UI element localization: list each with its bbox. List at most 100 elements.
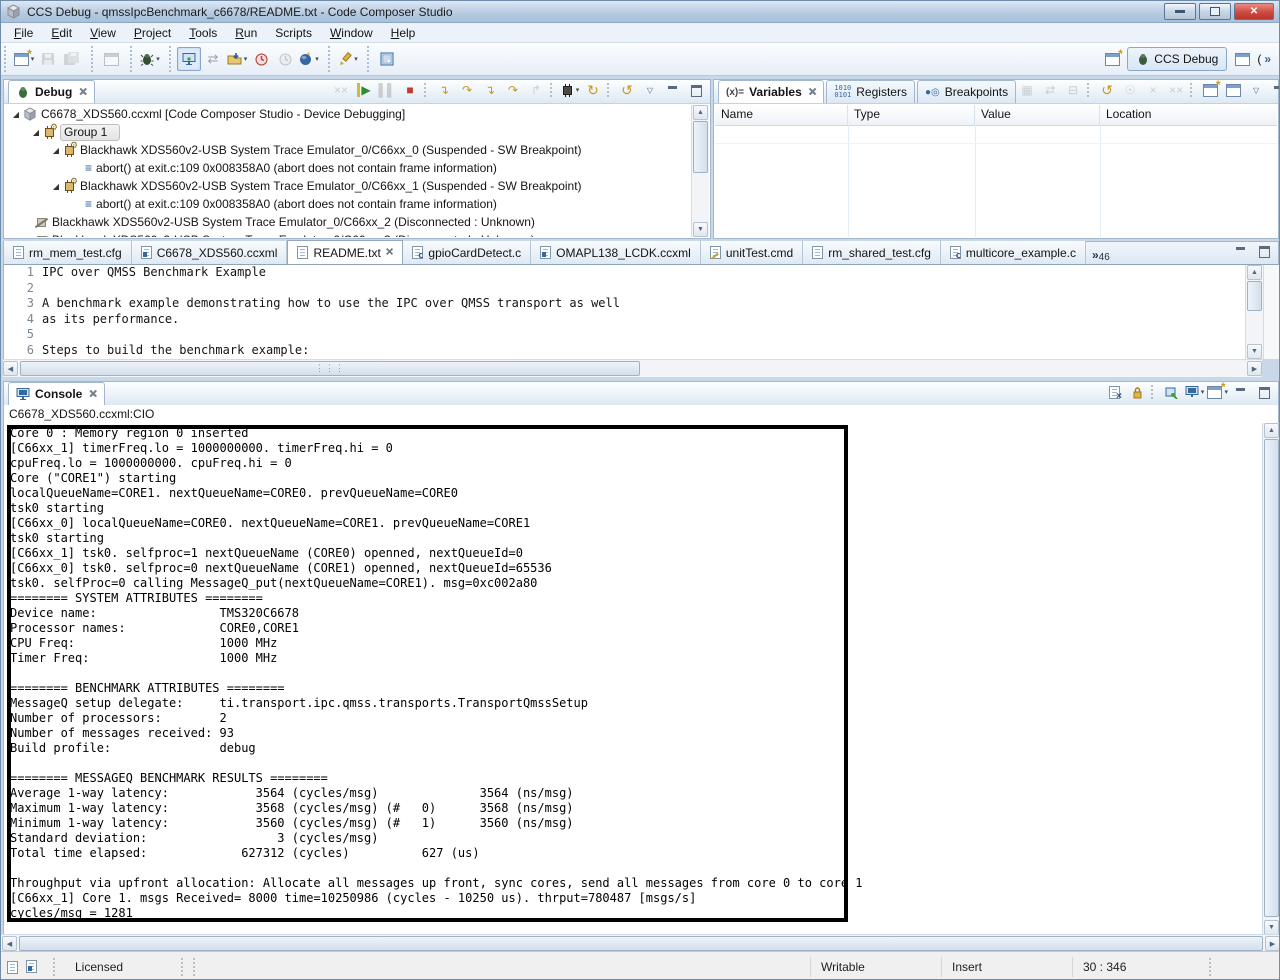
- remove-all-button[interactable]: ××: [1165, 79, 1187, 101]
- editor-tab-rm-mem-test[interactable]: rm_mem_test.cfg: [4, 241, 132, 264]
- menu-view[interactable]: View: [81, 24, 125, 42]
- open-console-button[interactable]: ▾: [1206, 381, 1229, 403]
- tree-row-core1[interactable]: ◢ ⚙︎ Blackhawk XDS560v2-USB System Trace…: [5, 177, 692, 195]
- tree-row-launch[interactable]: ◢ C6678_XDS560.ccxml [Code Composer Stud…: [5, 105, 692, 123]
- debug-launch-button[interactable]: ▾: [138, 47, 162, 71]
- show-type-names-button[interactable]: ▦: [1016, 79, 1038, 101]
- scroll-up-icon[interactable]: ▲: [1247, 265, 1262, 280]
- profile-clock-button[interactable]: [249, 47, 273, 71]
- maximize-view-button[interactable]: [1253, 381, 1275, 403]
- save-button[interactable]: [36, 47, 60, 71]
- remove-all-terminated-button[interactable]: ××: [330, 79, 352, 101]
- rtsc-tools-button[interactable]: * ▾: [297, 47, 321, 71]
- menu-tools[interactable]: Tools: [180, 24, 226, 42]
- scroll-up-icon[interactable]: ▲: [1264, 423, 1279, 438]
- build-button[interactable]: [99, 47, 123, 71]
- console-horizontal-scrollbar[interactable]: ◀ ▶: [1, 934, 1280, 952]
- expander-icon[interactable]: ◢: [9, 110, 23, 119]
- editor-tab-gpiocarddetect[interactable]: gpioCardDetect.c: [403, 241, 531, 264]
- refresh-button[interactable]: ↺: [616, 79, 638, 101]
- restore-window-button[interactable]: [1199, 3, 1231, 20]
- open-perspective-button[interactable]: [1100, 47, 1124, 71]
- tree-row-frame1[interactable]: ≡ abort() at exit.c:109 0x008358A0 (abor…: [5, 195, 692, 213]
- minimize-view-button[interactable]: [1230, 381, 1252, 403]
- asm-step-over-button[interactable]: ↷: [502, 79, 524, 101]
- perspective-ccs-debug-button[interactable]: CCS Debug: [1127, 47, 1227, 71]
- step-into-button[interactable]: ↴: [433, 79, 455, 101]
- debug-vertical-scrollbar[interactable]: ▲ ▼: [691, 105, 709, 237]
- expander-icon[interactable]: ◢: [29, 128, 43, 137]
- scroll-thumb[interactable]: [1247, 281, 1262, 311]
- expander-icon[interactable]: ◢: [49, 182, 63, 191]
- close-tab-icon[interactable]: ❌︎: [386, 247, 394, 258]
- fast-view-icon[interactable]: [7, 961, 18, 974]
- editor-tab-omapl138-lcdk[interactable]: OMAPL138_LCDK.ccxml: [531, 241, 701, 264]
- pin-view-button[interactable]: ☉: [1119, 79, 1141, 101]
- text-editor[interactable]: 1IPC over QMSS Benchmark Example 2 3A be…: [3, 265, 1245, 359]
- tab-variables[interactable]: (x)= Variables ❌︎: [718, 80, 824, 103]
- close-tab-icon[interactable]: ❌︎: [89, 389, 97, 400]
- resume-button[interactable]: ▶: [353, 79, 375, 101]
- tab-debug[interactable]: Debug ❌︎: [8, 80, 95, 103]
- profile-clock-disabled-button[interactable]: [273, 47, 297, 71]
- editor-tab-overflow-button[interactable]: »46: [1086, 247, 1116, 264]
- close-tab-icon[interactable]: ❌︎: [79, 87, 87, 98]
- menu-edit[interactable]: Edit: [42, 24, 81, 42]
- tab-console[interactable]: Console ❌︎: [8, 382, 105, 405]
- suspend-button[interactable]: ▌▌: [376, 79, 398, 101]
- scroll-thumb[interactable]: ⋮⋮⋮: [20, 361, 640, 376]
- column-header-type[interactable]: Type: [848, 105, 975, 125]
- column-header-location[interactable]: Location: [1100, 105, 1277, 125]
- minimize-editor-button[interactable]: [1230, 240, 1252, 262]
- asm-step-into-button[interactable]: ↴: [479, 79, 501, 101]
- connect-core-button[interactable]: ▾: [559, 79, 581, 101]
- editor-tab-rm-shared-test[interactable]: rm_shared_test.cfg: [803, 241, 941, 264]
- scroll-left-icon[interactable]: ◀: [2, 936, 17, 951]
- restart-button[interactable]: ↻: [582, 79, 604, 101]
- other-perspective-button[interactable]: [1230, 47, 1254, 71]
- remove-selected-button[interactable]: ×: [1142, 79, 1164, 101]
- display-selected-console-button[interactable]: ▾: [1183, 381, 1205, 403]
- scroll-down-icon[interactable]: ▼: [1264, 920, 1279, 935]
- scroll-thumb[interactable]: [19, 936, 1263, 951]
- scroll-left-icon[interactable]: ◀: [3, 361, 18, 376]
- scroll-right-icon[interactable]: ▶: [1265, 936, 1280, 951]
- editor-vertical-scrollbar[interactable]: ▲ ▼: [1245, 265, 1263, 359]
- tree-row-core0[interactable]: ◢ ⚙︎ Blackhawk XDS560v2-USB System Trace…: [5, 141, 692, 159]
- step-return-button[interactable]: ↱: [525, 79, 547, 101]
- scroll-down-icon[interactable]: ▼: [1247, 344, 1262, 359]
- menu-scripts[interactable]: Scripts: [266, 24, 321, 42]
- column-header-name[interactable]: Name: [715, 105, 848, 125]
- clone-view-button[interactable]: [1222, 79, 1244, 101]
- minimize-view-button[interactable]: [662, 79, 684, 101]
- scroll-up-icon[interactable]: ▲: [693, 105, 708, 120]
- refresh-variables-button[interactable]: ↺: [1096, 79, 1118, 101]
- menu-project[interactable]: Project: [125, 24, 180, 42]
- editor-tab-multicore-example[interactable]: multicore_example.c: [941, 241, 1086, 264]
- expander-icon[interactable]: ◢: [49, 146, 63, 155]
- trim-widget-icon[interactable]: [26, 960, 37, 973]
- highlight-tool-button[interactable]: ▾: [336, 47, 360, 71]
- tab-breakpoints[interactable]: ●◎ Breakpoints: [917, 80, 1016, 103]
- toolbar-overflow-chevron-icon[interactable]: »: [1264, 52, 1271, 66]
- maximize-editor-button[interactable]: [1253, 240, 1275, 262]
- save-all-button[interactable]: [60, 47, 84, 71]
- tree-row-core3[interactable]: Blackhawk XDS560v2-USB System Trace Emul…: [5, 231, 692, 237]
- column-header-value[interactable]: Value: [975, 105, 1100, 125]
- menu-window[interactable]: Window: [321, 24, 382, 42]
- scroll-lock-button[interactable]: [1126, 381, 1148, 403]
- clear-console-button[interactable]: [1103, 381, 1125, 403]
- collapse-all-button[interactable]: ⊟: [1062, 79, 1084, 101]
- step-over-button[interactable]: ↷: [456, 79, 478, 101]
- scroll-thumb[interactable]: [693, 121, 708, 173]
- connect-target-button[interactable]: ⇄: [201, 47, 225, 71]
- tree-row-frame0[interactable]: ≡ abort() at exit.c:109 0x008358A0 (abor…: [5, 159, 692, 177]
- console-vertical-scrollbar[interactable]: ▲ ▼: [1262, 423, 1280, 935]
- editor-tab-c6678-xds560[interactable]: C6678_XDS560.ccxml: [132, 241, 288, 264]
- menu-run[interactable]: Run: [226, 24, 266, 42]
- new-wizard-button[interactable]: ▾: [12, 47, 36, 71]
- menu-help[interactable]: Help: [382, 24, 425, 42]
- menu-file[interactable]: File: [5, 24, 42, 42]
- load-program-button[interactable]: ▾: [225, 47, 249, 71]
- editor-tab-readme[interactable]: README.txt❌︎: [287, 240, 403, 264]
